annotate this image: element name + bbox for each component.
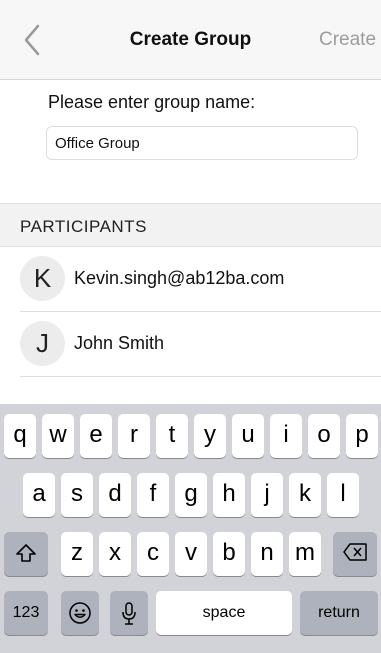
key-u[interactable]: u xyxy=(232,414,264,458)
key-z[interactable]: z xyxy=(61,532,93,576)
numbers-key[interactable]: 123 xyxy=(4,591,48,635)
microphone-key[interactable] xyxy=(110,591,148,635)
delete-key[interactable] xyxy=(333,532,377,576)
emoji-icon xyxy=(69,602,91,624)
key-s[interactable]: s xyxy=(61,473,93,517)
key-e[interactable]: e xyxy=(80,414,112,458)
key-d[interactable]: d xyxy=(99,473,131,517)
key-g[interactable]: g xyxy=(175,473,207,517)
participants-section-header: PARTICIPANTS xyxy=(0,203,381,247)
group-name-input[interactable] xyxy=(46,126,358,160)
on-screen-keyboard: q w e r t y u i o p a s d f g h j k l z … xyxy=(0,404,381,653)
key-y[interactable]: y xyxy=(194,414,226,458)
participant-name: John Smith xyxy=(74,333,165,353)
key-b[interactable]: b xyxy=(213,532,245,576)
microphone-icon xyxy=(122,602,136,625)
key-j[interactable]: j xyxy=(251,473,283,517)
participants-section-title: PARTICIPANTS xyxy=(20,217,147,236)
key-m[interactable]: m xyxy=(289,532,321,576)
space-key[interactable]: space xyxy=(156,591,292,635)
key-f[interactable]: f xyxy=(137,473,169,517)
key-n[interactable]: n xyxy=(251,532,283,576)
shift-key[interactable] xyxy=(4,532,48,576)
key-o[interactable]: o xyxy=(308,414,340,458)
key-a[interactable]: a xyxy=(23,473,55,517)
avatar: J xyxy=(20,321,65,366)
navigation-bar: Create Group Create xyxy=(0,0,381,80)
key-i[interactable]: i xyxy=(270,414,302,458)
group-name-label: Please enter group name: xyxy=(48,92,256,112)
key-q[interactable]: q xyxy=(4,414,36,458)
key-h[interactable]: h xyxy=(213,473,245,517)
key-t[interactable]: t xyxy=(156,414,188,458)
emoji-key[interactable] xyxy=(61,591,99,635)
row-divider xyxy=(20,376,381,377)
participant-name: Kevin.singh@ab12ba.com xyxy=(74,268,285,288)
shift-icon xyxy=(16,544,36,562)
key-k[interactable]: k xyxy=(289,473,321,517)
key-c[interactable]: c xyxy=(137,532,169,576)
participant-row[interactable]: J John Smith xyxy=(0,312,381,377)
participant-row[interactable]: K Kevin.singh@ab12ba.com xyxy=(0,247,381,312)
key-x[interactable]: x xyxy=(99,532,131,576)
return-key[interactable]: return xyxy=(300,591,378,635)
key-w[interactable]: w xyxy=(42,414,74,458)
key-l[interactable]: l xyxy=(327,473,359,517)
key-v[interactable]: v xyxy=(175,532,207,576)
key-p[interactable]: p xyxy=(346,414,378,458)
create-button[interactable]: Create xyxy=(319,29,381,51)
avatar: K xyxy=(20,256,65,301)
key-r[interactable]: r xyxy=(118,414,150,458)
delete-backspace-icon xyxy=(343,543,367,561)
